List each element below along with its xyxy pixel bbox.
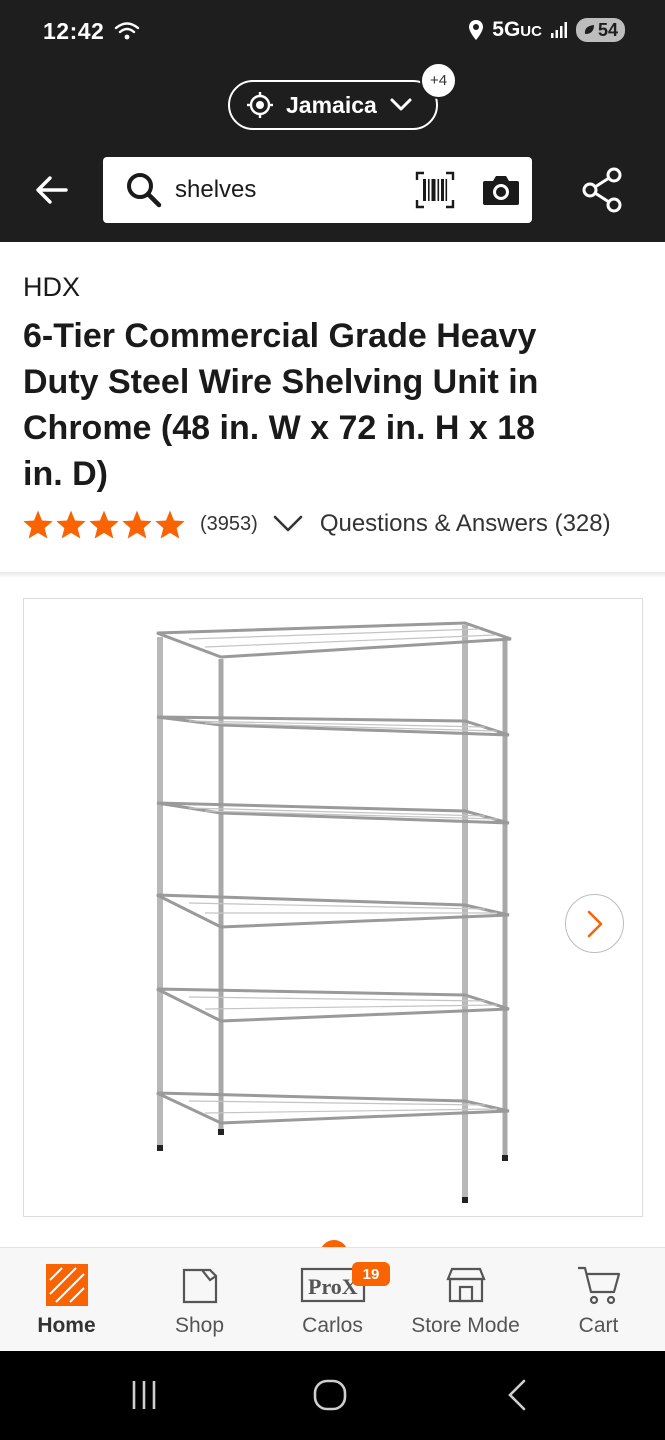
- chevron-right-icon: [587, 910, 602, 937]
- star-rating: [22, 509, 186, 540]
- nav-store-mode[interactable]: Store Mode: [399, 1248, 532, 1352]
- next-image-button[interactable]: [565, 894, 624, 953]
- home-depot-logo-icon: [45, 1262, 88, 1308]
- nav-home[interactable]: Home: [0, 1248, 133, 1352]
- chevron-down-icon: [273, 515, 303, 532]
- signal-icon: [550, 22, 567, 38]
- search-input[interactable]: [175, 171, 395, 209]
- recent-apps-icon[interactable]: [130, 1373, 160, 1417]
- share-button[interactable]: [580, 166, 624, 219]
- rating-row[interactable]: (3953) Questions & Answers (328): [22, 506, 611, 542]
- share-icon: [582, 167, 622, 213]
- svg-text:ProX: ProX: [308, 1274, 358, 1299]
- barcode-scan-icon[interactable]: [415, 171, 455, 209]
- product-image-gallery[interactable]: [23, 598, 643, 1217]
- location-crosshair-icon: [247, 92, 273, 118]
- nav-cart[interactable]: Cart: [532, 1248, 665, 1352]
- nav-shop[interactable]: Shop: [133, 1248, 266, 1352]
- pro-notification-badge: 19: [352, 1262, 390, 1286]
- status-time: 12:42: [43, 18, 105, 44]
- cart-icon: [576, 1262, 622, 1308]
- search-bar[interactable]: [103, 157, 532, 223]
- location-selector[interactable]: Jamaica: [228, 80, 438, 130]
- chevron-down-icon: [390, 98, 412, 111]
- camera-icon[interactable]: [481, 171, 521, 209]
- system-navigation-bar: [0, 1351, 665, 1440]
- nav-shop-label: Shop: [174, 1314, 225, 1337]
- network-indicator: 5GUC: [492, 18, 542, 41]
- ratings-expand-button[interactable]: [272, 514, 304, 534]
- nav-store-mode-label: Store Mode: [411, 1314, 520, 1337]
- nav-cart-label: Cart: [578, 1314, 619, 1337]
- app-header: 12:42 5GUC 54 Jamaica +4 shelves: [0, 0, 665, 242]
- location-pin-icon: [469, 20, 484, 40]
- review-count[interactable]: (3953): [200, 513, 258, 536]
- location-count-badge[interactable]: +4: [420, 62, 457, 99]
- star-icon: [56, 510, 86, 538]
- status-bar: 12:42 5GUC 54: [0, 0, 665, 66]
- product-title: 6-Tier Commercial Grade Heavy Duty Steel…: [23, 317, 539, 493]
- battery-saver-icon: [584, 25, 594, 34]
- section-divider: [0, 572, 665, 578]
- system-back-icon[interactable]: [504, 1373, 530, 1417]
- star-icon: [89, 510, 119, 538]
- shop-bag-icon: [180, 1262, 220, 1308]
- bottom-navigation: Home Shop ProX Carlos Store Mode Cart: [0, 1247, 665, 1351]
- nav-home-label: Home: [37, 1314, 96, 1337]
- wifi-icon: [114, 20, 140, 47]
- home-button-icon[interactable]: [312, 1373, 348, 1417]
- location-label: Jamaica: [286, 91, 377, 118]
- star-icon: [155, 510, 185, 538]
- product-image[interactable]: [149, 617, 519, 1207]
- questions-answers-link[interactable]: Questions & Answers (328): [320, 510, 611, 538]
- search-icon: [127, 173, 162, 208]
- store-icon: [444, 1262, 488, 1308]
- battery-indicator: 54: [575, 18, 625, 42]
- product-brand[interactable]: HDX: [23, 272, 80, 303]
- nav-pro-label: Carlos: [302, 1314, 363, 1337]
- back-button[interactable]: [30, 170, 74, 210]
- star-icon: [23, 510, 53, 538]
- arrow-left-icon: [36, 176, 68, 204]
- star-icon: [122, 510, 152, 538]
